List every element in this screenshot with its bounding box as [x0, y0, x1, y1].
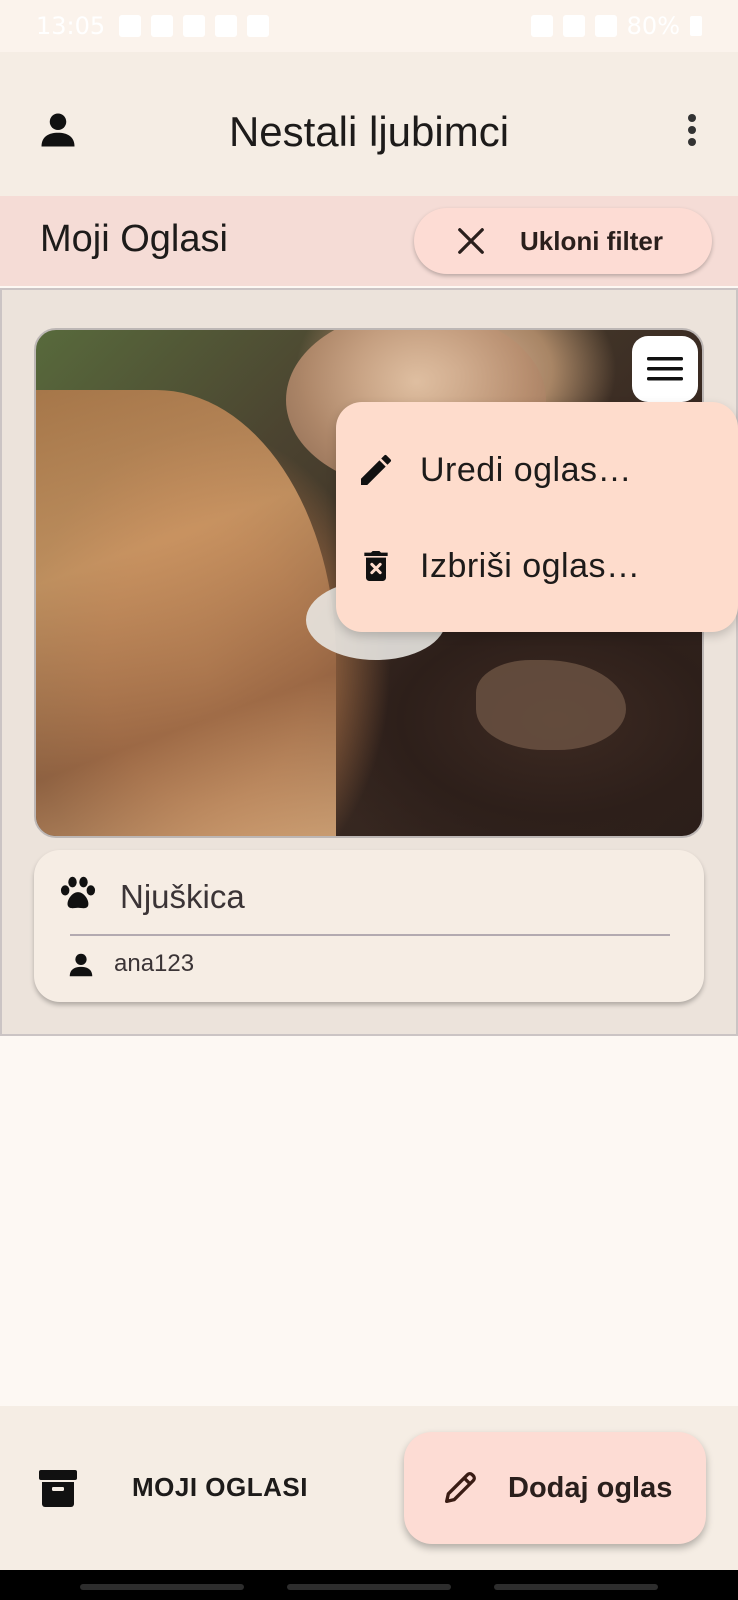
signal-icon	[594, 15, 617, 37]
menu-item-label: Uredi oglas…	[420, 450, 632, 489]
close-icon	[458, 228, 484, 254]
delete-icon	[364, 551, 388, 581]
paw-icon	[60, 876, 96, 909]
nav-home-handle[interactable]	[287, 1584, 451, 1590]
status-right: 80%	[530, 12, 702, 40]
menu-item-label: Izbriši oglas…	[420, 546, 641, 585]
pet-name: Njuškica	[120, 878, 245, 915]
info-divider	[70, 934, 670, 936]
section-title: Moji Oglasi	[40, 218, 228, 260]
listing-info-card[interactable]: Njuškica ana123	[34, 850, 704, 1002]
status-bar: 13:05 80%	[0, 0, 738, 52]
more-vert-icon	[688, 114, 696, 146]
edit-icon	[361, 454, 392, 485]
nav-recents-handle[interactable]	[80, 1584, 244, 1590]
mute-icon	[530, 15, 553, 37]
dry-leaf-shape	[476, 660, 626, 750]
archive-icon[interactable]	[34, 1464, 82, 1512]
hand-icon	[183, 15, 206, 37]
menu-item-edit-listing[interactable]: Uredi oglas…	[336, 422, 738, 518]
nav-back-handle[interactable]	[494, 1584, 658, 1590]
person-icon	[69, 953, 93, 977]
status-notification-icons	[119, 15, 270, 37]
page-title: Nestali ljubimci	[228, 108, 510, 155]
menu-item-delete-listing[interactable]: Izbriši oglas…	[336, 518, 738, 614]
hamburger-menu-icon	[647, 357, 683, 381]
more-options-button[interactable]	[672, 108, 712, 152]
add-listing-label: Dodaj oglas	[508, 1471, 673, 1504]
checkbox-icon	[119, 15, 142, 37]
wifi-icon	[562, 15, 585, 37]
status-time: 13:05	[36, 12, 106, 40]
download-icon	[151, 15, 174, 37]
system-navigation-bar	[0, 1570, 738, 1600]
grid-icon	[247, 15, 270, 37]
image-icon	[215, 15, 238, 37]
owner-username: ana123	[114, 950, 195, 977]
app-bar: Nestali ljubimci	[0, 52, 738, 196]
filter-bar: Moji Oglasi Ukloni filter	[0, 196, 738, 286]
remove-filter-chip[interactable]: Ukloni filter	[414, 208, 712, 274]
remove-filter-label: Ukloni filter	[520, 225, 664, 256]
add-listing-button[interactable]: Dodaj oglas	[404, 1432, 706, 1544]
pencil-icon	[445, 1472, 476, 1503]
listing-menu-button[interactable]	[632, 336, 698, 402]
battery-icon	[690, 16, 702, 36]
battery-percentage: 80%	[626, 12, 680, 40]
my-listings-nav-label[interactable]: MOJI OGLASI	[132, 1472, 308, 1503]
cat-fur-shape	[36, 390, 336, 836]
listing-context-menu: Uredi oglas… Izbriši oglas…	[336, 402, 738, 632]
